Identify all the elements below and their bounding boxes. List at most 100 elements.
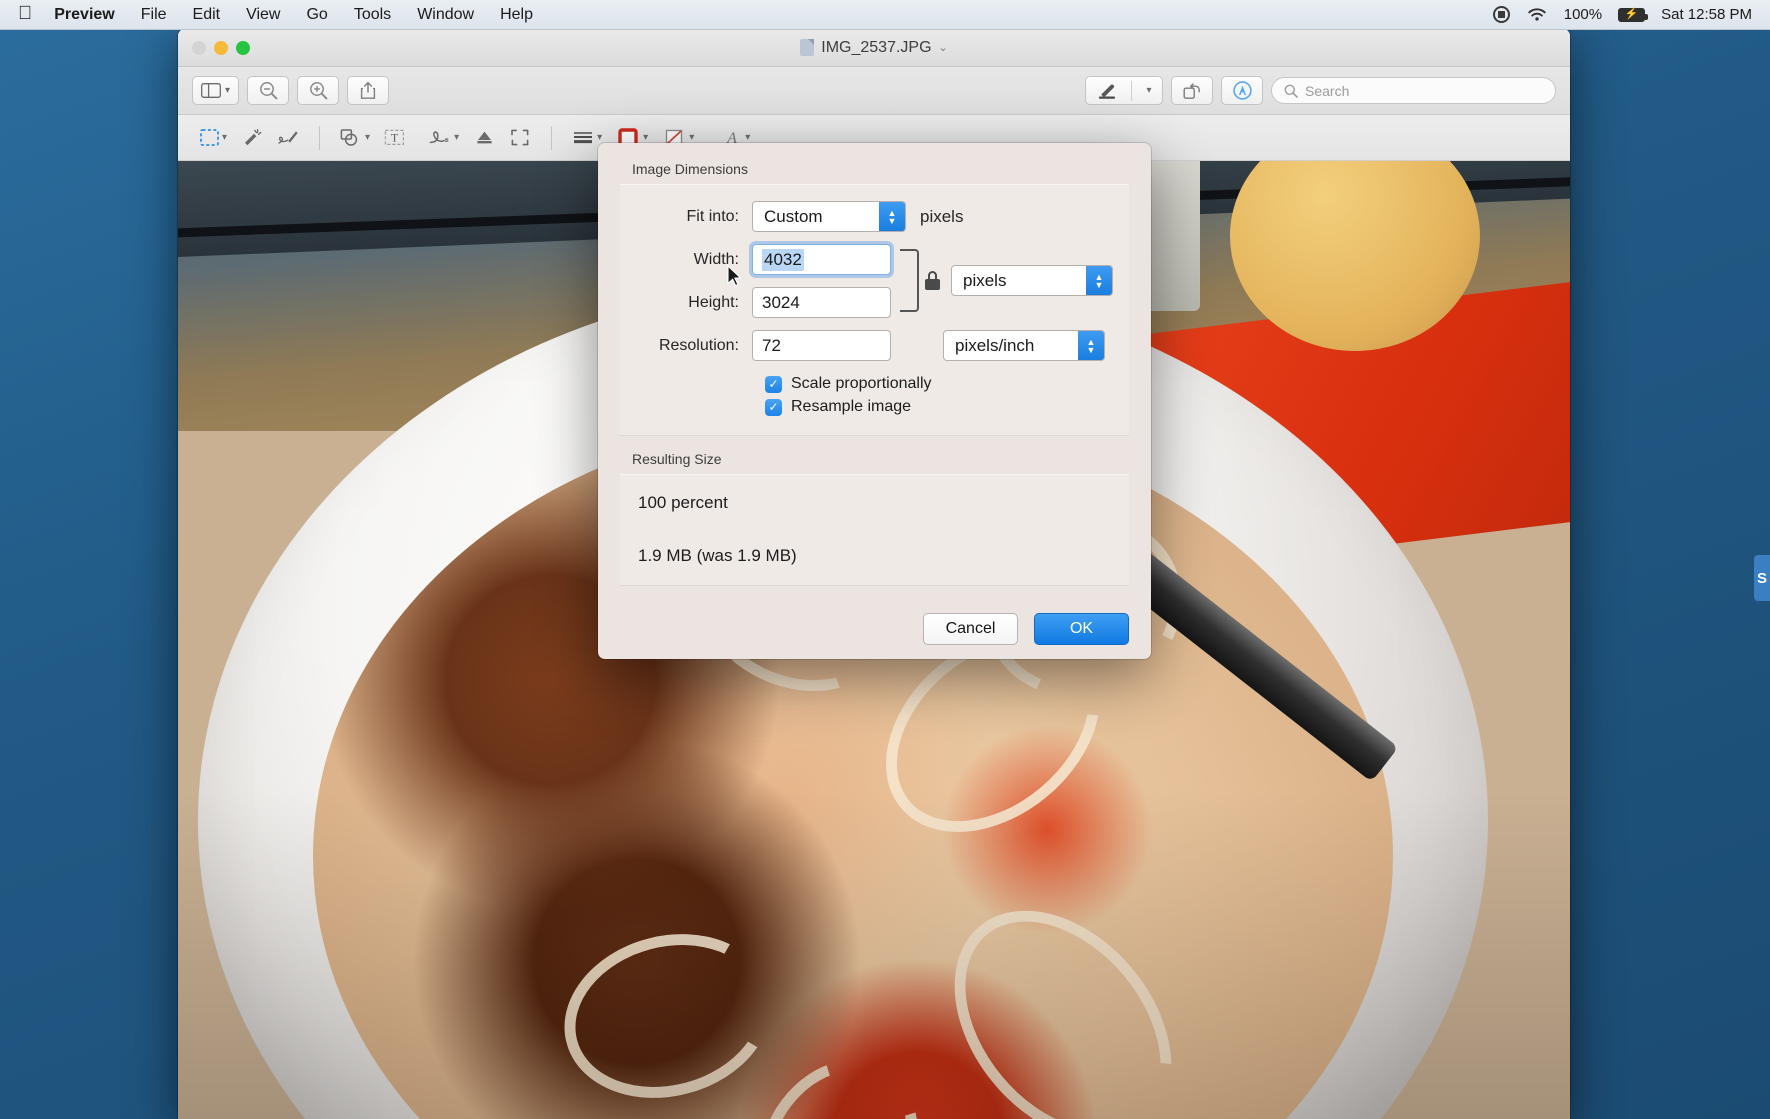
- scale-proportionally-checkbox[interactable]: ✓: [765, 375, 782, 393]
- width-value: 4032: [762, 248, 804, 271]
- desktop-edge-widget[interactable]: S: [1754, 555, 1770, 601]
- chevron-down-icon[interactable]: ▾: [222, 132, 227, 143]
- menu-bar-status-area: 100% ✓⚡ Sat 12:58 PM: [1492, 6, 1752, 23]
- checkmark-icon: ✓: [768, 377, 779, 391]
- sidebar-toggle-button[interactable]: ▾: [192, 76, 240, 105]
- fit-into-row: Fit into: Custom ▲ ▼ pixels: [634, 201, 1115, 232]
- height-row: Height: 3024: [634, 287, 891, 318]
- rotate-button[interactable]: [1171, 76, 1213, 105]
- zoom-out-icon: [259, 82, 277, 100]
- svg-text:T: T: [391, 131, 399, 145]
- menu-item-edit[interactable]: Edit: [193, 6, 221, 24]
- toolbar-divider: [551, 125, 553, 150]
- resolution-unit-stepper[interactable]: ▲ ▼: [1078, 331, 1104, 360]
- chevron-down-icon[interactable]: ▾: [643, 132, 648, 143]
- rectangular-selection-icon: [200, 129, 219, 146]
- chevron-down-icon[interactable]: ▾: [365, 132, 370, 143]
- dialog-button-row: Cancel OK: [620, 613, 1129, 645]
- screen-record-icon[interactable]: [1492, 6, 1510, 23]
- crop-tool-button[interactable]: [503, 123, 537, 153]
- menu-item-help[interactable]: Help: [500, 6, 533, 24]
- image-resize-dialog: Image Dimensions Fit into: Custom ▲ ▼ pix…: [598, 143, 1151, 659]
- menu-item-go[interactable]: Go: [306, 6, 327, 24]
- menu-item-preview[interactable]: Preview: [54, 6, 114, 24]
- close-button[interactable]: [192, 40, 206, 55]
- lock-closed-icon[interactable]: [925, 271, 940, 290]
- resolution-unit-select[interactable]: pixels/inch ▲ ▼: [943, 330, 1105, 361]
- height-input[interactable]: 3024: [752, 287, 891, 318]
- window-controls: [192, 40, 250, 55]
- search-field[interactable]: Search: [1271, 77, 1556, 104]
- width-row: Width: 4032: [634, 244, 891, 275]
- fit-into-stepper[interactable]: ▲ ▼: [879, 202, 905, 231]
- wifi-icon[interactable]: [1526, 7, 1548, 23]
- apple-logo-icon[interactable]: : [18, 4, 32, 23]
- signature-tool-button[interactable]: ▾: [421, 123, 465, 153]
- zoom-button[interactable]: [236, 40, 250, 55]
- minimize-button[interactable]: [214, 40, 228, 55]
- height-value: 3024: [762, 292, 800, 312]
- dimension-unit-select[interactable]: pixels ▲ ▼: [951, 265, 1113, 296]
- sketch-tool-button[interactable]: [271, 123, 305, 153]
- zoom-out-button[interactable]: [247, 76, 290, 105]
- search-icon: [1284, 84, 1298, 98]
- text-tool-button[interactable]: T ▾: [378, 123, 419, 153]
- chevron-down-icon[interactable]: ▾: [454, 132, 459, 143]
- markup-button[interactable]: ▾: [1085, 76, 1163, 105]
- resample-image-row[interactable]: ✓ Resample image: [765, 398, 1115, 416]
- share-button[interactable]: [347, 76, 390, 105]
- sketch-pencil-icon: [278, 131, 298, 144]
- image-dimensions-group: Fit into: Custom ▲▼ pixels Width: 4032: [620, 184, 1129, 436]
- menu-item-tools[interactable]: Tools: [354, 6, 391, 24]
- battery-charging-icon[interactable]: ✓⚡: [1618, 7, 1649, 22]
- window-title: IMG_2537.JPG ⌄: [178, 39, 1570, 57]
- checkmark-icon: ✓: [768, 400, 779, 414]
- resulting-percent: 100 percent: [638, 493, 728, 512]
- scale-proportionally-row[interactable]: ✓ Scale proportionally: [765, 375, 1115, 393]
- text-box-icon: T: [384, 129, 405, 146]
- resolution-unit-value: pixels/inch: [955, 335, 1035, 355]
- chevron-down-icon[interactable]: ▾: [1146, 85, 1151, 96]
- chevron-down-icon[interactable]: ▾: [597, 132, 602, 143]
- adjust-color-icon: [477, 131, 492, 144]
- zoom-in-icon: [309, 82, 327, 100]
- menu-item-view[interactable]: View: [246, 6, 280, 24]
- dimension-unit-stepper[interactable]: ▲ ▼: [1086, 266, 1112, 295]
- resulting-size-label: Resulting Size: [632, 451, 722, 467]
- window-title-bar[interactable]: IMG_2537.JPG ⌄: [178, 29, 1570, 67]
- resample-image-label: Resample image: [791, 398, 912, 415]
- line-style-icon: [574, 132, 593, 144]
- selection-tool-button[interactable]: ▾: [194, 123, 233, 153]
- resulting-size-group: 100 percent 1.9 MB (was 1.9 MB): [620, 474, 1129, 586]
- annotate-button[interactable]: [1221, 76, 1263, 105]
- cancel-button[interactable]: Cancel: [923, 613, 1018, 645]
- menu-bar:  Preview File Edit View Go Tools Window…: [0, 0, 1770, 30]
- resample-image-checkbox[interactable]: ✓: [765, 398, 782, 416]
- menu-bar-clock[interactable]: Sat 12:58 PM: [1661, 6, 1752, 23]
- chevron-down-icon[interactable]: ▾: [225, 85, 230, 96]
- menu-item-file[interactable]: File: [141, 6, 167, 24]
- zoom-in-button[interactable]: [297, 76, 340, 105]
- width-label: Width:: [693, 250, 739, 268]
- width-input[interactable]: 4032: [752, 244, 891, 275]
- resolution-input[interactable]: 72: [752, 330, 891, 361]
- dimension-unit-value: pixels: [963, 270, 1007, 290]
- resolution-row: Resolution: 72 pixels/inch ▲ ▼: [634, 330, 1115, 361]
- chevron-down-icon[interactable]: ▾: [745, 132, 750, 143]
- photo-vignette: [178, 789, 1570, 1119]
- toolbar-divider: [319, 125, 321, 150]
- shapes-tool-button[interactable]: ▾: [334, 123, 376, 153]
- chevron-down-icon[interactable]: ⌄: [939, 41, 948, 54]
- ok-button[interactable]: OK: [1034, 613, 1129, 645]
- screen:  Preview File Edit View Go Tools Window…: [0, 0, 1770, 1119]
- adjust-color-tool-button[interactable]: [467, 123, 501, 153]
- fit-into-label: Fit into:: [686, 207, 739, 225]
- shapes-icon: [340, 129, 358, 146]
- instant-alpha-tool-button[interactable]: [235, 123, 269, 153]
- crop-icon: [511, 129, 529, 146]
- menu-item-window[interactable]: Window: [417, 6, 474, 24]
- image-dimensions-label: Image Dimensions: [632, 161, 748, 177]
- fit-into-unit-label: pixels: [920, 206, 964, 226]
- fit-into-select[interactable]: Custom ▲ ▼: [752, 201, 906, 232]
- chevron-down-icon[interactable]: ▾: [689, 132, 694, 143]
